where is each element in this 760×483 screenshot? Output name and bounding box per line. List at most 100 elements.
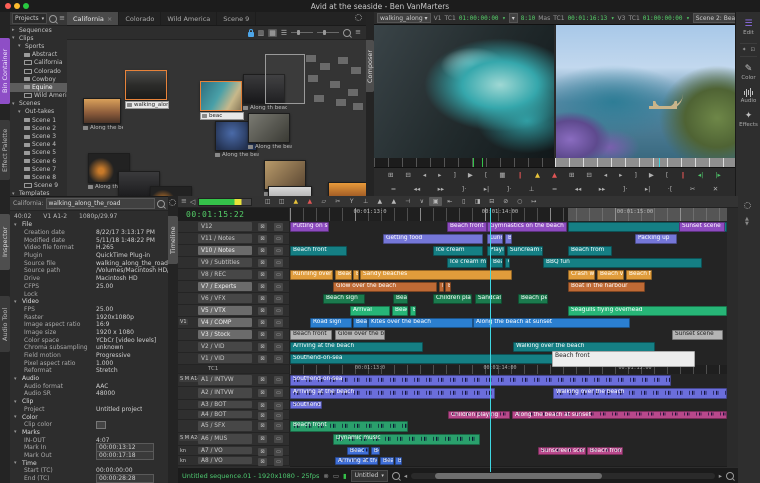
timeline-zoom-icon[interactable] [726,472,734,480]
transport-button[interactable]: ⊞ [569,172,574,179]
clip-color-checkbox[interactable] [96,421,106,429]
scroll-arrows[interactable]: ▲ ▼ [745,217,749,227]
transport-button[interactable]: ▸ [438,172,441,179]
timeline-tool-button[interactable]: ⊟ [485,197,498,206]
timecode-field[interactable]: 00:01:16:13 ▾ [568,15,615,22]
clip[interactable]: Beach [353,318,368,329]
track-label[interactable]: A6 / MUS [198,434,252,444]
transport-button[interactable]: ▸| [484,186,489,193]
dock-tab-bin-container[interactable]: Bin Container [0,38,10,104]
track-monitor-icon[interactable]: ⊠ [258,319,267,327]
clip[interactable]: Be [410,306,416,317]
bin-tab-scene-9[interactable]: Scene 9 [217,12,256,25]
speaker-icon[interactable]: ◁ [190,198,195,206]
track-header-v3[interactable]: V3 / Stock⊠▭ [178,329,290,341]
clip[interactable]: Putting on sunglas [290,222,329,233]
transport-button[interactable]: ▸| [645,186,650,193]
track-lane-a2[interactable]: Arriving at the beachWalking over the be… [290,387,727,401]
mini-clip-icon[interactable] [307,74,319,83]
transport-button[interactable]: ]· [623,186,628,193]
track-monitor-icon[interactable]: ▭ [274,223,283,231]
clip[interactable]: Crash wave [568,270,595,281]
track-monitor-icon[interactable]: ⊠ [258,355,267,363]
track-monitor-icon[interactable]: ⊠ [258,422,267,430]
source-monitor[interactable] [374,25,554,158]
clip[interactable]: Glow over the beach [335,330,385,341]
track-patch[interactable]: V1 [179,319,188,325]
tree-item-scene-1[interactable]: Scene 1 [10,116,67,124]
track-label[interactable]: V3 / Stock [198,330,252,339]
track-label[interactable]: A1 / INTVW [198,375,252,385]
mini-clip-icon[interactable] [337,56,349,65]
clip[interactable]: Southend-on-sea [290,401,322,410]
tree-item-clips[interactable]: ▾Clips [10,34,67,42]
timeline-tool-button[interactable]: ⊥ [359,197,372,206]
transport-button[interactable]: ⊞ [388,172,393,179]
tree-item-scene-6[interactable]: Scene 6 [10,157,67,165]
timeline-tool-button[interactable]: ▱ [317,197,330,206]
timeline-tool-button[interactable]: ▯ [457,197,470,206]
meter-icon[interactable]: ▮ [343,472,347,480]
menu-icon[interactable]: ≡ [59,15,65,22]
clip[interactable]: Beach front [290,421,408,433]
mini-icons[interactable]: ✦⊡ [736,47,760,53]
clip[interactable]: Beach front [626,270,652,281]
clip[interactable]: Be [353,270,359,281]
track-monitor-icon[interactable]: ⊠ [258,412,267,420]
track-label[interactable]: V7 / Experts [198,282,252,291]
tree-item-scene-3[interactable]: Scene 3 [10,132,67,140]
clip[interactable]: Road sign [310,318,352,329]
transport-button[interactable]: ▸ [619,172,622,179]
inspector-search-icon[interactable] [157,200,165,208]
track-label[interactable]: A8 / VO [198,457,252,464]
transport-button[interactable]: ⊟ [405,172,410,179]
clip[interactable]: Arrival [350,306,390,317]
mini-clip-icon[interactable] [305,54,317,63]
project-selector[interactable]: Projects▾ [12,13,47,24]
timeline-tool-button[interactable]: Y [345,197,358,206]
mini-clip-icon[interactable] [319,62,331,71]
track-monitor-icon[interactable]: ▭ [274,376,283,384]
transport-button[interactable]: ▸▸ [599,186,606,193]
timeline-tool-button[interactable]: ▲ [303,197,316,206]
mini-clip-icon[interactable] [347,88,359,97]
track-monitor-icon[interactable]: ⊠ [258,247,267,255]
track-monitor-icon[interactable]: ▭ [274,247,283,255]
clip[interactable]: Beach sign [323,294,365,305]
track-monitor-icon[interactable]: ▭ [274,319,283,327]
bin-settings-gear-icon[interactable] [355,14,362,23]
workspace-color-button[interactable]: ✎Color [736,64,760,81]
mini-clip-icon[interactable] [350,66,362,75]
track-monitor-icon[interactable]: ⊠ [258,448,267,456]
property-value[interactable]: 00:00:17:18 [96,451,154,460]
timeline-tool-button[interactable]: ○ [513,197,526,206]
clip[interactable]: Beach front [290,246,347,257]
timecode-field[interactable]: 01:00:00:00 ▾ [459,15,506,22]
clip[interactable]: Beach front [587,447,623,456]
section-header-video[interactable]: ▾Video [10,298,168,306]
timeline-search-icon[interactable] [392,472,400,480]
track-header-v7[interactable]: V7 / Experts⊠▭ [178,281,290,293]
transport-button[interactable]: ⊟ [586,172,591,179]
clip[interactable]: Packing up [635,234,677,245]
clip[interactable]: Be [371,447,380,456]
clip-name-field[interactable]: walking_along_the_road [46,198,155,209]
clip[interactable]: Seagulls flying overhead [568,306,727,317]
track-header-a4[interactable]: A4 / BOT⊠▭ [178,410,290,420]
track-monitor-icon[interactable]: ⊠ [258,402,267,410]
bin-menu-icon[interactable]: ≡ [355,29,361,36]
clip[interactable]: Southend-on-sea [290,375,671,387]
track-lane-a5[interactable]: Beach front [290,420,727,434]
track-header-a8[interactable]: knA8 / VO⊠▭ [178,456,290,466]
clip[interactable]: Gymnastics on the beach [487,222,567,233]
transport-button[interactable]: ]· [507,186,512,193]
track-monitor-icon[interactable]: ▭ [274,331,283,339]
tree-item-sports[interactable]: ▾Sports [10,42,67,50]
close-icon[interactable]: × [107,15,112,23]
timeline-ruler[interactable]: 00:01:13:000:01:14:0000:01:15:00 [290,208,727,222]
track-header-tc1[interactable]: TC1 [178,365,290,374]
section-header-marks[interactable]: ▾Marks [10,429,168,437]
clip[interactable]: Dynamic music [333,434,480,446]
transport-button[interactable]: = [552,186,557,193]
zoom-fwd-icon[interactable]: ▸ [719,472,722,480]
